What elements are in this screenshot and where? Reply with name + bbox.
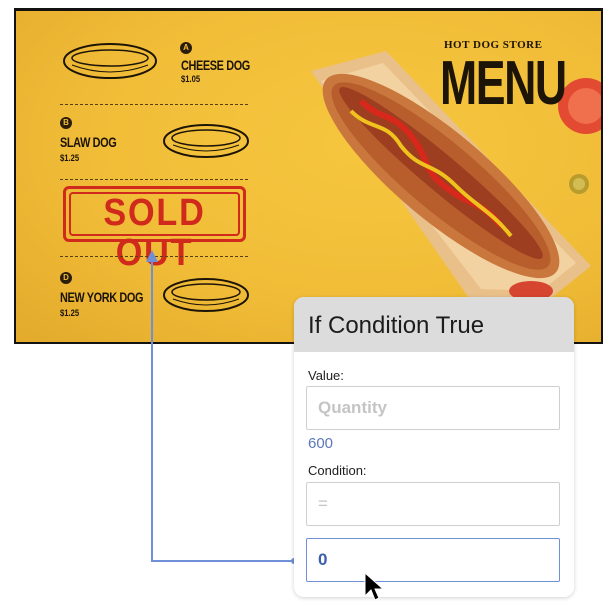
compare-value-input[interactable]: 0 [306,538,560,582]
value-input[interactable]: Quantity [306,386,560,430]
mouse-cursor-icon [364,572,385,601]
value-label: Value: [308,368,344,383]
value-hint: 600 [308,435,334,452]
condition-input[interactable]: = [306,482,560,526]
condition-label: Condition: [308,463,367,478]
dialog-title: If Condition True [308,312,485,339]
if-condition-dialog: If Condition True Value: Quantity 600 Co… [294,297,574,597]
